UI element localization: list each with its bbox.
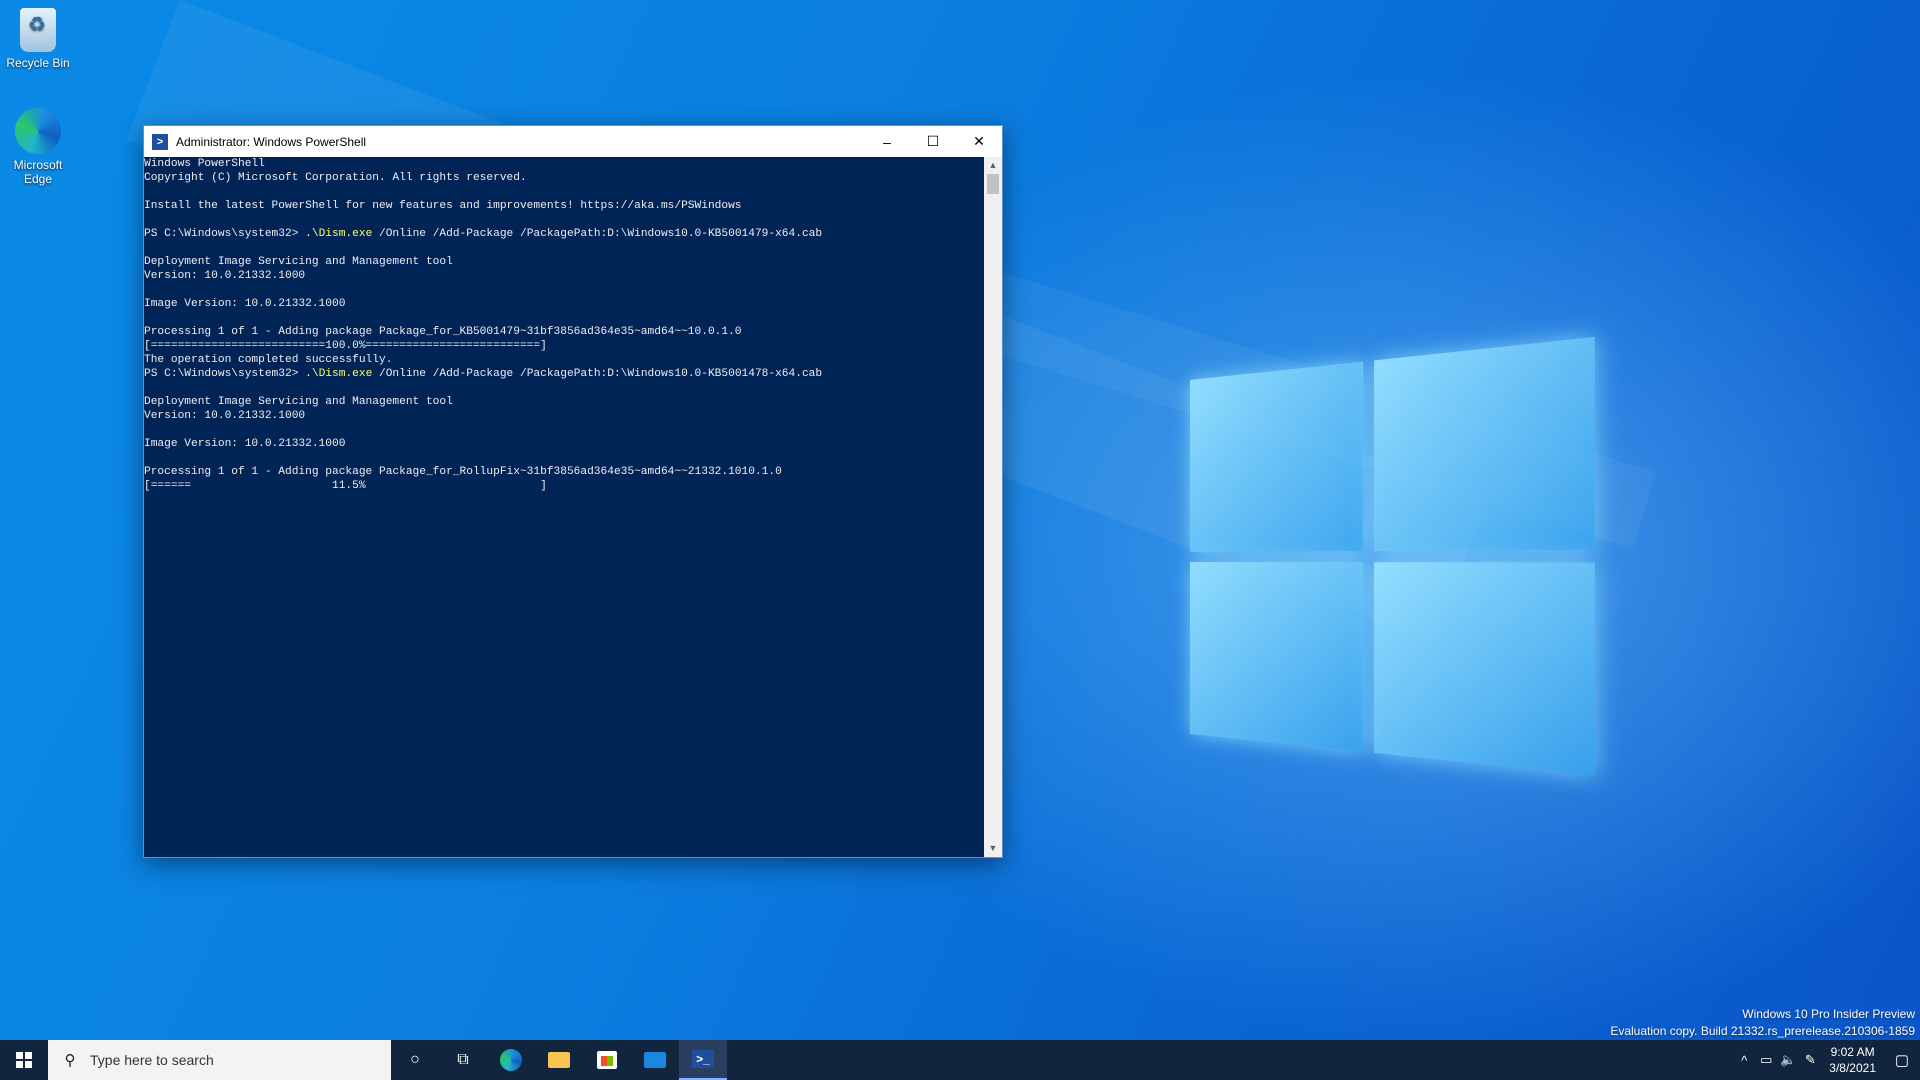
edge-icon	[15, 108, 61, 154]
console-prompt: PS C:\Windows\system32>	[144, 228, 305, 240]
console-line: Install the latest PowerShell for new fe…	[144, 199, 984, 213]
console-line: [====== 11.5% ]	[144, 479, 984, 493]
clock-time: 9:02 AM	[1829, 1044, 1876, 1060]
console-line	[144, 381, 984, 395]
edge-icon	[500, 1049, 522, 1071]
console-line: The operation completed successfully.	[144, 353, 984, 367]
console-line: Version: 10.0.21332.1000	[144, 409, 984, 423]
desktop-icon-label: Recycle Bin	[0, 56, 76, 70]
vertical-scrollbar[interactable]: ▲ ▼	[984, 157, 1002, 857]
console-line	[144, 185, 984, 199]
mail-icon	[644, 1052, 666, 1068]
console-line: Version: 10.0.21332.1000	[144, 269, 984, 283]
pen-icon[interactable]: ✎	[1799, 1052, 1821, 1068]
scrollbar-thumb[interactable]	[987, 174, 999, 194]
volume-icon[interactable]: 🔈	[1777, 1052, 1799, 1068]
powershell-icon: >_	[692, 1050, 714, 1068]
build-watermark: Windows 10 Pro Insider Preview Evaluatio…	[1610, 1006, 1915, 1040]
notification-icon[interactable]: ▢	[1884, 1051, 1920, 1069]
windows-logo-wallpaper	[1190, 337, 1595, 783]
console-line: Windows PowerShell	[144, 157, 984, 171]
console-line	[144, 283, 984, 297]
console-line: Copyright (C) Microsoft Corporation. All…	[144, 171, 984, 185]
powershell-window[interactable]: > Administrator: Windows PowerShell – ☐ …	[143, 125, 1003, 858]
search-placeholder: Type here to search	[90, 1052, 214, 1068]
console-line: PS C:\Windows\system32> .\Dism.exe /Onli…	[144, 367, 984, 381]
scroll-up-icon[interactable]: ▲	[984, 157, 1002, 174]
minimize-button[interactable]: –	[864, 126, 910, 157]
taskbar-search-box[interactable]: ⚲ Type here to search	[48, 1040, 391, 1080]
console-prompt: PS C:\Windows\system32>	[144, 368, 305, 380]
console-output[interactable]: Windows PowerShell Copyright (C) Microsof…	[144, 157, 984, 857]
console-line: Image Version: 10.0.21332.1000	[144, 437, 984, 451]
taskbar-file-explorer[interactable]	[535, 1040, 583, 1080]
console-line	[144, 423, 984, 437]
console-line: Deployment Image Servicing and Managemen…	[144, 255, 984, 269]
console-args: /Online /Add-Package /PackagePath:D:\Win…	[372, 228, 822, 240]
cortana-button[interactable]: ○	[391, 1040, 439, 1080]
system-tray: ^ ▭ 🔈 ✎ 9:02 AM 3/8/2021 ▢	[1733, 1040, 1920, 1080]
watermark-edition: Windows 10 Pro Insider Preview	[1610, 1006, 1915, 1023]
scroll-down-icon[interactable]: ▼	[984, 840, 1002, 857]
task-view-icon: ⧉	[457, 1051, 468, 1069]
console-line	[144, 241, 984, 255]
start-button[interactable]	[0, 1040, 48, 1080]
folder-icon	[548, 1052, 570, 1068]
search-icon: ⚲	[60, 1051, 80, 1069]
window-title: Administrator: Windows PowerShell	[176, 135, 864, 149]
console-line: Processing 1 of 1 - Adding package Packa…	[144, 325, 984, 339]
desktop-icon-recycle-bin[interactable]: Recycle Bin	[0, 8, 76, 70]
watermark-build: Evaluation copy. Build 21332.rs_prerelea…	[1610, 1023, 1915, 1040]
store-icon	[597, 1051, 617, 1069]
title-bar[interactable]: > Administrator: Windows PowerShell – ☐ …	[144, 126, 1002, 157]
console-line	[144, 311, 984, 325]
console-command: .\Dism.exe	[305, 368, 372, 380]
desktop-icon-microsoft-edge[interactable]: Microsoft Edge	[0, 108, 76, 186]
maximize-button[interactable]: ☐	[910, 126, 956, 157]
console-line: [==========================100.0%=======…	[144, 339, 984, 353]
console-line	[144, 451, 984, 465]
close-button[interactable]: ✕	[956, 126, 1002, 157]
windows-start-icon	[16, 1052, 32, 1068]
console-args: /Online /Add-Package /PackagePath:D:\Win…	[372, 368, 822, 380]
taskbar-store[interactable]	[583, 1040, 631, 1080]
cortana-circle-icon: ○	[410, 1051, 420, 1069]
recycle-bin-icon	[20, 8, 56, 52]
taskbar-mail[interactable]	[631, 1040, 679, 1080]
console-line	[144, 213, 984, 227]
chevron-up-icon[interactable]: ^	[1733, 1053, 1755, 1068]
network-icon[interactable]: ▭	[1755, 1052, 1777, 1068]
console-line: Image Version: 10.0.21332.1000	[144, 297, 984, 311]
taskbar-powershell[interactable]: >_	[679, 1040, 727, 1080]
powershell-icon: >	[152, 134, 168, 150]
clock-date: 3/8/2021	[1829, 1060, 1876, 1076]
taskbar: ⚲ Type here to search ○ ⧉ >_ ^ ▭ 🔈 ✎ 9:0…	[0, 1040, 1920, 1080]
taskbar-edge[interactable]	[487, 1040, 535, 1080]
console-line: PS C:\Windows\system32> .\Dism.exe /Onli…	[144, 227, 984, 241]
console-command: .\Dism.exe	[305, 228, 372, 240]
desktop-icon-label: Microsoft Edge	[8, 158, 68, 186]
taskbar-clock[interactable]: 9:02 AM 3/8/2021	[1829, 1044, 1876, 1076]
console-line: Deployment Image Servicing and Managemen…	[144, 395, 984, 409]
task-view-button[interactable]: ⧉	[439, 1040, 487, 1080]
console-line: Processing 1 of 1 - Adding package Packa…	[144, 465, 984, 479]
